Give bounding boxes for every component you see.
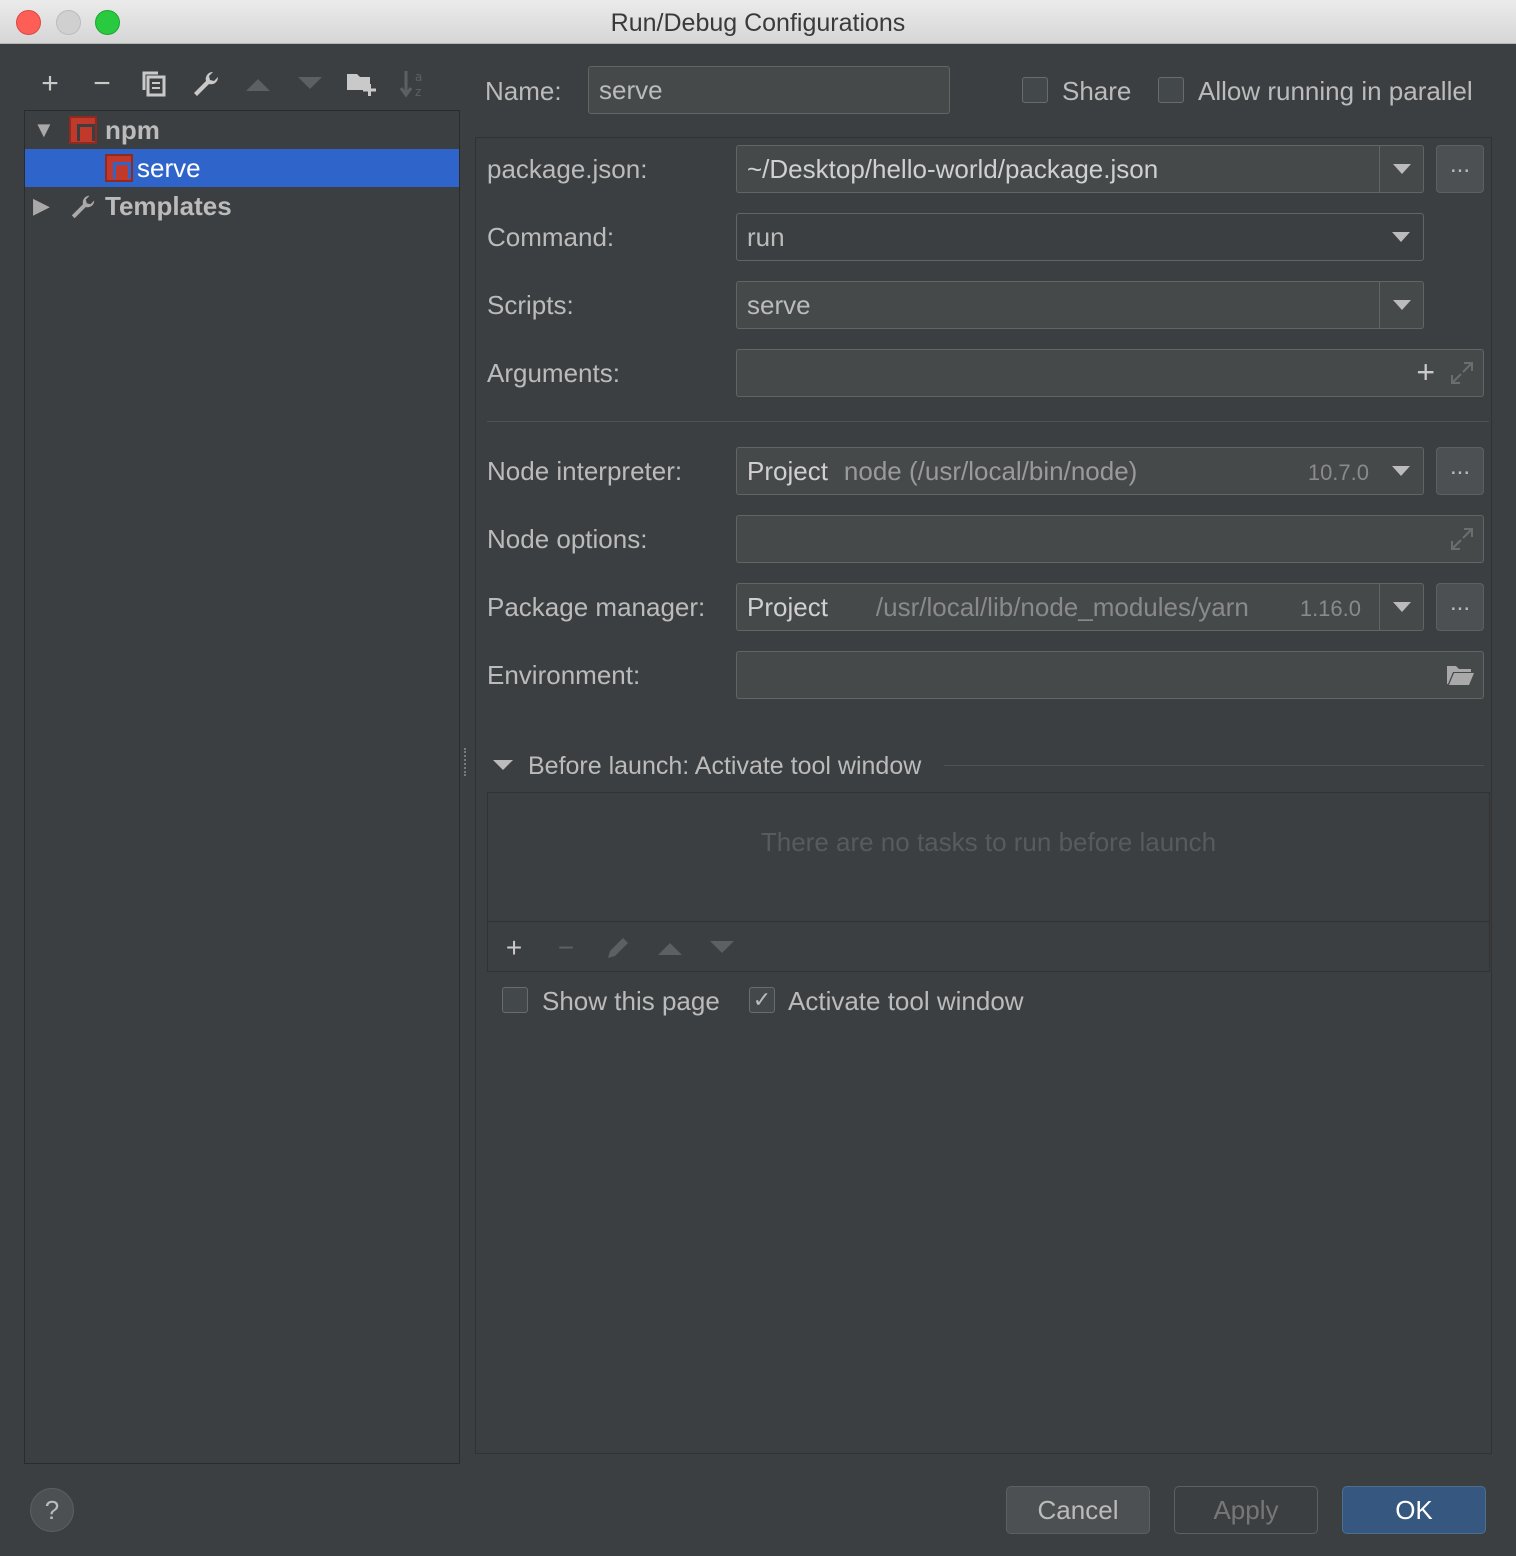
expanded-arrow-icon[interactable]: ▼ <box>33 117 55 143</box>
dropdown-arrow-icon[interactable] <box>1379 282 1423 328</box>
tree-item-templates[interactable]: ▶ Templates <box>25 187 459 225</box>
package-json-value: ~/Desktop/hello-world/package.json <box>747 153 1159 184</box>
tree-item-label: serve <box>137 152 201 183</box>
sort-alpha-icon[interactable]: az <box>392 62 436 106</box>
apply-button[interactable]: Apply <box>1174 1486 1318 1534</box>
node-interpreter-scope: Project <box>747 455 828 486</box>
add-task-icon[interactable]: + <box>496 930 532 966</box>
expand-icon[interactable] <box>1449 360 1475 393</box>
copy-icon[interactable] <box>132 62 176 106</box>
command-select[interactable]: run <box>736 213 1424 261</box>
wrench-icon <box>69 193 97 228</box>
title-bar: Run/Debug Configurations <box>0 0 1516 44</box>
tree-item-label: Templates <box>105 190 232 221</box>
name-label: Name: <box>485 76 562 106</box>
dropdown-arrow-icon[interactable] <box>1379 146 1423 192</box>
package-manager-path: /usr/local/lib/node_modules/yarn <box>875 591 1249 622</box>
dropdown-arrow-icon[interactable] <box>1379 214 1423 260</box>
tree-item-serve[interactable]: serve <box>25 149 459 187</box>
tree-item-label: npm <box>105 114 160 145</box>
configurations-toolbar: + − az <box>26 62 456 106</box>
cancel-button[interactable]: Cancel <box>1006 1486 1150 1534</box>
package-json-label: package.json: <box>487 154 648 184</box>
remove-task-icon[interactable]: − <box>548 930 584 966</box>
scripts-combo[interactable]: serve <box>736 281 1424 329</box>
dropdown-arrow-icon[interactable] <box>1379 584 1423 630</box>
npm-icon <box>105 154 133 182</box>
before-launch-divider <box>944 765 1484 766</box>
browse-node-interpreter-button[interactable]: ... <box>1436 447 1484 495</box>
move-task-up-icon[interactable] <box>652 930 688 966</box>
package-manager-combo[interactable]: Project /usr/local/lib/node_modules/yarn… <box>736 583 1424 631</box>
checkmark-icon: ✓ <box>752 987 772 1012</box>
browse-package-json-button[interactable]: ... <box>1436 145 1484 193</box>
package-json-combo[interactable]: ~/Desktop/hello-world/package.json <box>736 145 1424 193</box>
window-title: Run/Debug Configurations <box>610 9 906 37</box>
folder-icon[interactable] <box>1445 662 1475 695</box>
node-interpreter-label: Node interpreter: <box>487 456 683 486</box>
expand-icon[interactable] <box>1449 526 1475 559</box>
node-interpreter-version: 10.7.0 <box>1307 460 1369 485</box>
command-label: Command: <box>487 222 615 252</box>
edit-task-icon[interactable] <box>600 930 636 966</box>
show-page-label: Show this page <box>542 986 720 1016</box>
browse-package-manager-button[interactable]: ... <box>1436 583 1484 631</box>
dropdown-arrow-icon[interactable] <box>1379 448 1423 494</box>
scripts-value: serve <box>747 289 811 320</box>
package-manager-label: Package manager: <box>487 592 706 622</box>
tasks-toolbar: + − <box>488 921 1489 971</box>
add-icon[interactable]: + <box>28 62 72 106</box>
share-label: Share <box>1062 76 1132 106</box>
scripts-label: Scripts: <box>487 290 574 320</box>
arguments-field[interactable]: + <box>736 349 1484 397</box>
node-interpreter-combo[interactable]: Project node (/usr/local/bin/node) 10.7.… <box>736 447 1424 495</box>
node-interpreter-path: node (/usr/local/bin/node) <box>843 455 1138 486</box>
environment-field[interactable] <box>736 651 1484 699</box>
collapse-arrow-icon[interactable] <box>493 758 513 777</box>
package-manager-version: 1.16.0 <box>1299 596 1361 621</box>
tree-item-npm[interactable]: ▼ npm <box>25 111 459 149</box>
share-checkbox[interactable] <box>1022 77 1048 103</box>
move-task-down-icon[interactable] <box>704 930 740 966</box>
activate-tool-window-label: Activate tool window <box>788 986 1024 1016</box>
name-field[interactable]: serve <box>588 66 950 114</box>
empty-tasks-text: There are no tasks to run before launch <box>760 827 1217 857</box>
npm-icon <box>69 116 97 144</box>
move-up-icon[interactable] <box>236 62 280 106</box>
new-folder-icon[interactable] <box>340 62 384 106</box>
wrench-icon[interactable] <box>184 62 228 106</box>
ok-button[interactable]: OK <box>1342 1486 1486 1534</box>
command-value: run <box>747 221 785 252</box>
svg-text:a: a <box>415 70 422 84</box>
add-argument-icon[interactable]: + <box>1416 354 1435 391</box>
allow-parallel-label: Allow running in parallel <box>1198 76 1473 106</box>
help-button[interactable]: ? <box>30 1488 74 1532</box>
before-launch-tasks-list[interactable]: There are no tasks to run before launch … <box>487 792 1490 972</box>
node-options-label: Node options: <box>487 524 648 554</box>
before-launch-title[interactable]: Before launch: Activate tool window <box>528 752 921 781</box>
configurations-tree: ▼ npm serve ▶ Templates <box>24 110 460 1464</box>
collapsed-arrow-icon[interactable]: ▶ <box>33 193 50 219</box>
activate-tool-window-checkbox[interactable]: ✓ <box>749 987 775 1013</box>
package-manager-scope: Project <box>747 591 828 622</box>
move-down-icon[interactable] <box>288 62 332 106</box>
remove-icon[interactable]: − <box>80 62 124 106</box>
svg-text:z: z <box>415 85 421 99</box>
section-divider <box>487 421 1489 422</box>
splitter-handle[interactable] <box>464 748 468 776</box>
environment-label: Environment: <box>487 660 641 690</box>
node-options-field[interactable] <box>736 515 1484 563</box>
allow-parallel-checkbox[interactable] <box>1158 77 1184 103</box>
show-page-checkbox[interactable] <box>502 987 528 1013</box>
arguments-label: Arguments: <box>487 358 620 388</box>
